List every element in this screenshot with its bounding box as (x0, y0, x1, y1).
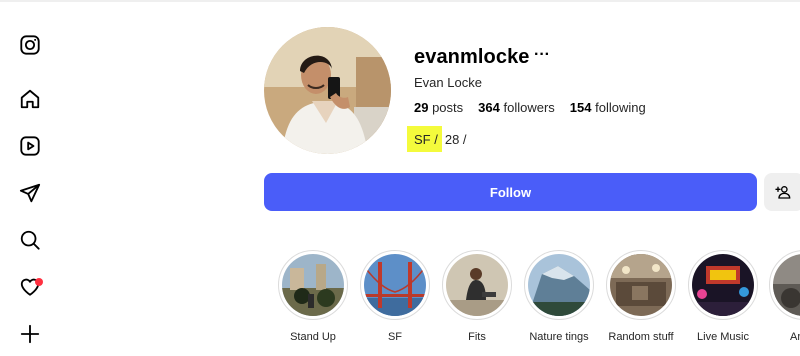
following-stat[interactable]: 154 following (570, 100, 646, 115)
highlight-cover (442, 250, 512, 320)
person-add-icon (775, 184, 791, 200)
followers-count: 364 (478, 100, 500, 115)
profile-stats: 29 posts 364 followers 154 following (414, 100, 646, 115)
highlight-cover (688, 250, 758, 320)
bio-text: 28 / (444, 131, 467, 147)
highlight-cover (769, 250, 800, 320)
story-highlight[interactable]: Fits (441, 250, 513, 350)
sidebar-nav (0, 0, 62, 356)
highlight-cover (278, 250, 348, 320)
send-icon[interactable] (19, 182, 41, 204)
reels-icon[interactable] (19, 135, 41, 157)
story-highlight[interactable]: Random stuff (605, 250, 677, 350)
bio-highlighted-text: SF / (407, 126, 442, 152)
followers-stat[interactable]: 364 followers (478, 100, 555, 115)
profile-username: evanmlocke (414, 46, 530, 68)
highlight-label: SF (387, 331, 403, 343)
story-highlight[interactable]: SF (359, 250, 431, 350)
highlight-cover (524, 250, 594, 320)
profile-full-name: Evan Locke (414, 75, 482, 90)
notification-badge (35, 278, 43, 286)
highlight-cover (606, 250, 676, 320)
posts-label: posts (428, 100, 464, 115)
follow-button[interactable]: Follow (264, 173, 757, 211)
story-highlight[interactable]: Live Music (687, 250, 759, 350)
story-highlight[interactable]: Nature tings (523, 250, 595, 350)
story-highlight[interactable]: Ar (768, 250, 800, 350)
posts-stat: 29 posts (414, 100, 463, 115)
profile-bio: SF / 28 / (407, 126, 467, 152)
story-highlight[interactable]: Stand Up (277, 250, 349, 350)
plus-icon[interactable] (19, 323, 41, 345)
highlight-label: Fits (468, 331, 486, 343)
more-options-icon[interactable]: ··· (534, 47, 550, 63)
profile-avatar[interactable] (264, 27, 391, 154)
highlight-label: Stand Up (290, 331, 336, 343)
following-count: 154 (569, 100, 592, 115)
highlight-label: Nature tings (529, 331, 589, 343)
followers-label: followers (499, 100, 555, 115)
highlight-label: Ar (790, 331, 800, 343)
instagram-icon[interactable] (19, 34, 41, 56)
suggested-users-button[interactable] (764, 173, 800, 211)
posts-count: 29 (414, 100, 429, 115)
following-label: following (591, 100, 646, 115)
highlight-label: Live Music (697, 331, 749, 343)
top-divider (0, 0, 800, 2)
highlight-cover (360, 250, 430, 320)
home-icon[interactable] (19, 88, 41, 110)
highlight-label: Random stuff (608, 331, 674, 343)
search-icon[interactable] (19, 229, 41, 251)
